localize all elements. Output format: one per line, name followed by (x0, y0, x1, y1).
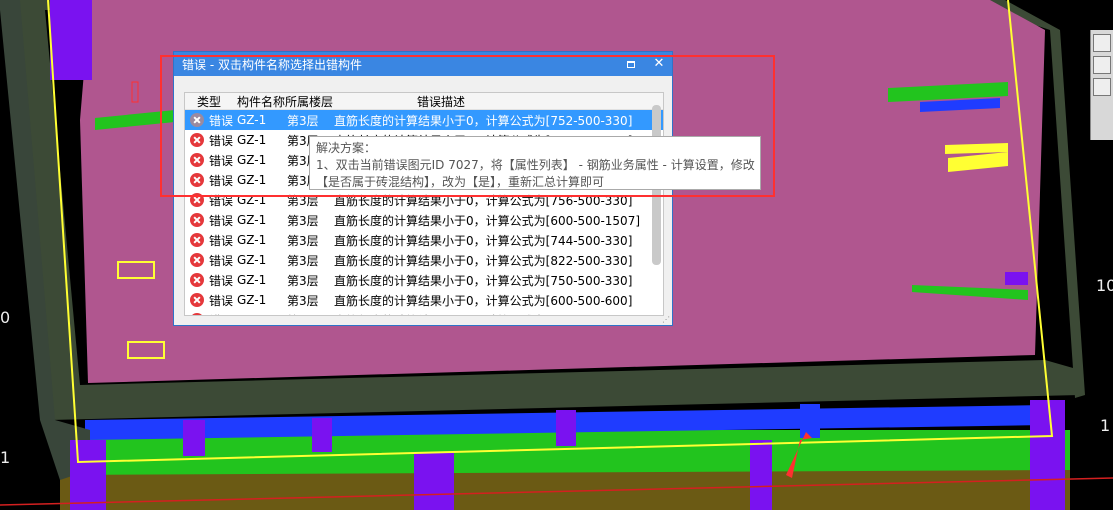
layers-icon[interactable] (1093, 78, 1111, 96)
axis-label: 10 (1096, 276, 1113, 295)
floor-name: 第3层 (287, 193, 319, 208)
blue-column (800, 404, 820, 438)
column (50, 0, 92, 80)
error-description: 直筋长度的计算结果小于0，计算公式为[600-500-1507] (334, 213, 641, 228)
error-icon (190, 273, 204, 287)
column-header-name[interactable]: 构件名称 (237, 93, 285, 110)
error-row[interactable]: 错误 GZ-1 第3层 直筋长度的计算结果小于0，计算公式为[822-500-330] (185, 250, 663, 270)
error-type: 错误 (209, 133, 234, 148)
error-row[interactable]: 错误GZ-1第3层直筋长度的计算结果小于0，计算公式为[750-500-330] (185, 270, 663, 290)
error-row[interactable]: 错误 GZ-1 第3层 直筋长度的计算结果小于0，计算公式为[744-500-330] (185, 230, 663, 250)
tooltip-text: 1、双击当前错误图元ID 7027，将【属性列表】 - 钢筋业务属性 - 计算设… (316, 158, 755, 172)
component-name[interactable]: GZ-1 (237, 313, 287, 315)
error-type: 错误 (209, 193, 234, 208)
error-row[interactable]: 错误GZ-1第3层直筋长度的计算结果小于0，计算公式为[750-500-330] (185, 310, 663, 316)
column-header-type[interactable]: 类型 (197, 93, 237, 110)
error-icon (190, 113, 204, 127)
component-name[interactable]: GZ-1 (237, 213, 287, 227)
error-icon (190, 213, 204, 227)
axis-label: 1 (1100, 416, 1111, 435)
component-name[interactable]: GZ-1 (237, 293, 287, 307)
tooltip-text: 【是否属于砖混结构】，改为【是】，重新汇总计算即可 (316, 175, 605, 189)
column (750, 440, 772, 510)
lower-beam-band (60, 470, 1070, 510)
floor-name: 第3层 (287, 293, 319, 308)
column-header-desc[interactable]: 错误描述 (417, 93, 537, 110)
component-name[interactable]: GZ-1 (237, 273, 287, 287)
component-name[interactable]: GZ-1 (237, 153, 287, 167)
dialog-title: 错误 - 双击构件名称选择出错构件 (182, 57, 362, 72)
error-type: 错误 (209, 312, 237, 316)
close-button[interactable]: ✕ (652, 57, 666, 71)
dialog-title-bar[interactable]: 错误 - 双击构件名称选择出错构件 ✕ (174, 52, 672, 76)
maximize-icon (627, 60, 635, 68)
column (1030, 400, 1065, 510)
error-description: 直筋长度的计算结果小于0，计算公式为[752-500-330] (334, 113, 633, 128)
error-description: 直筋长度的计算结果小于0，计算公式为[750-500-330] (334, 273, 633, 288)
error-type: 错误 (209, 153, 234, 168)
floor-name: 第3层 (287, 273, 319, 288)
rotate-icon[interactable] (1093, 56, 1111, 74)
component-name[interactable]: GZ-1 (237, 233, 287, 247)
component-name[interactable]: GZ-1 (237, 173, 287, 187)
solution-tooltip: 解决方案： 1、双击当前错误图元ID 7027，将【属性列表】 - 钢筋业务属性… (309, 136, 761, 190)
component-name[interactable]: GZ-1 (237, 253, 287, 267)
error-icon (190, 233, 204, 247)
error-icon (190, 313, 204, 315)
maximize-button[interactable] (624, 57, 638, 71)
close-icon: ✕ (653, 56, 665, 71)
column (414, 452, 454, 510)
error-list-header: 类型 构件名称 所属楼层 错误描述 (185, 93, 663, 110)
component-name[interactable]: GZ-1 (237, 113, 287, 127)
error-row[interactable]: 错误 GZ-1 第3层 直筋长度的计算结果小于0，计算公式为[756-500-330] (185, 190, 663, 210)
error-type: 错误 (209, 293, 234, 308)
floor-name: 第3层 (287, 213, 319, 228)
view-tool-icon[interactable] (1093, 34, 1111, 52)
error-type: 错误 (209, 113, 234, 128)
error-row[interactable]: 错误 GZ-1 第3层 直筋长度的计算结果小于0，计算公式为[752-500-330] (185, 110, 663, 130)
error-icon (190, 173, 204, 187)
floor-name: 第3层 (287, 253, 319, 268)
component-name[interactable]: GZ-1 (237, 193, 287, 207)
column (556, 410, 576, 446)
error-description: 直筋长度的计算结果小于0，计算公式为[822-500-330] (334, 253, 633, 268)
component-name[interactable]: GZ-1 (237, 133, 287, 147)
error-description: 直筋长度的计算结果小于0，计算公式为[744-500-330] (334, 233, 633, 248)
error-row[interactable]: 错误GZ-1第3层直筋长度的计算结果小于0，计算公式为[600-500-600] (185, 290, 663, 310)
tooltip-heading: 解决方案： (316, 141, 377, 155)
error-type: 错误 (209, 233, 234, 248)
error-icon (190, 153, 204, 167)
resize-grip-icon[interactable]: ⋰ (662, 315, 670, 324)
column (70, 440, 106, 510)
floor-name: 第3层 (287, 233, 319, 248)
floor-name: 第3层 (287, 312, 334, 316)
floor-name: 第3层 (287, 113, 319, 128)
error-description: 直筋长度的计算结果小于0，计算公式为[600-500-600] (334, 293, 633, 308)
error-description: 直筋长度的计算结果小于0，计算公式为[750-500-330] (334, 312, 654, 316)
error-type: 错误 (209, 253, 234, 268)
error-icon (190, 253, 204, 267)
error-row[interactable]: 错误 GZ-1 第3层 直筋长度的计算结果小于0，计算公式为[600-500-1507… (185, 210, 663, 230)
view-toolbar (1090, 30, 1113, 140)
error-icon (190, 293, 204, 307)
column (183, 420, 205, 456)
column (312, 418, 332, 452)
error-list[interactable]: 类型 构件名称 所属楼层 错误描述 错误 GZ-1 第3层 直筋长度的计算结果小于0，… (184, 92, 664, 316)
error-description: 直筋长度的计算结果小于0，计算公式为[756-500-330] (334, 193, 633, 208)
error-type: 错误 (209, 273, 234, 288)
error-icon (190, 193, 204, 207)
axis-label: 1 (0, 448, 11, 467)
column-header-floor[interactable]: 所属楼层 (285, 93, 417, 110)
error-type: 错误 (209, 213, 234, 228)
axis-label: 0 (0, 308, 11, 327)
rebar (1005, 272, 1028, 285)
error-icon (190, 133, 204, 147)
error-type: 错误 (209, 173, 234, 188)
